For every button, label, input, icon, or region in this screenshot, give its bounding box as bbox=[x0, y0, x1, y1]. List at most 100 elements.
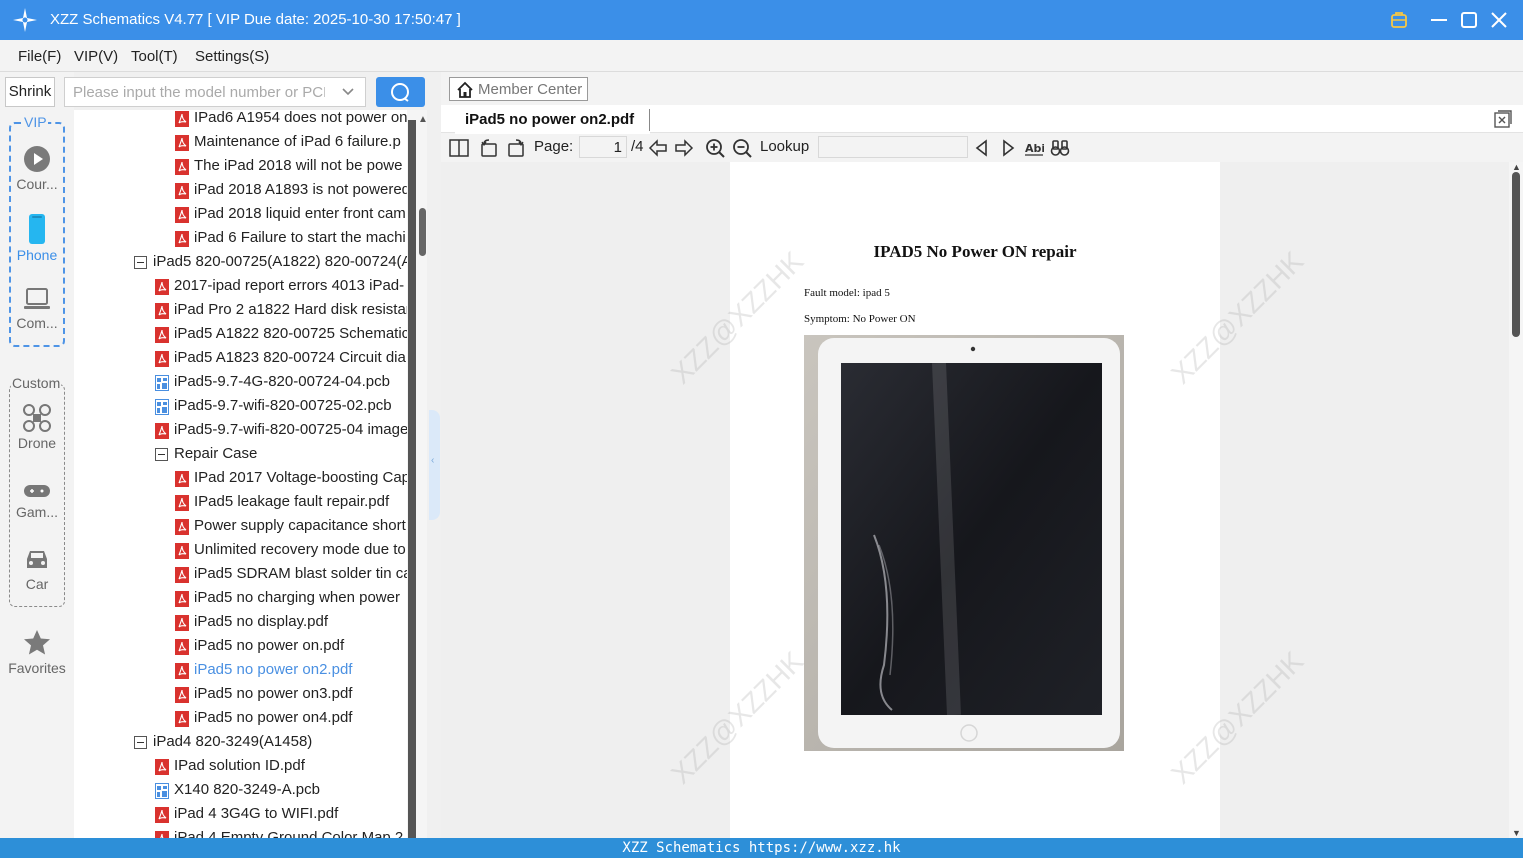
sidebar-item-label: Phone bbox=[16, 247, 58, 263]
tree-item-label: iPad5 A1822 820-00725 Schematic bbox=[174, 325, 407, 342]
drone-icon bbox=[23, 404, 51, 432]
scroll-up-icon[interactable]: ▲ bbox=[1512, 162, 1521, 172]
shrink-button[interactable]: Shrink bbox=[5, 77, 55, 107]
sidebar-item-label: Car bbox=[25, 576, 49, 592]
sidebar-item-drone[interactable]: Drone bbox=[7, 403, 67, 451]
collapse-icon[interactable] bbox=[155, 448, 168, 461]
sidebar-item-car[interactable]: Car bbox=[7, 546, 67, 592]
collapse-icon[interactable] bbox=[134, 256, 147, 269]
collapse-icon[interactable] bbox=[134, 736, 147, 749]
tab-document-label: iPad5 no power on2.pdf bbox=[465, 111, 635, 128]
tree-item-label: iPad5 820-00725(A1822) 820-00724(A bbox=[153, 253, 407, 270]
zoom-out-icon[interactable] bbox=[732, 138, 752, 158]
find-next-icon[interactable] bbox=[998, 138, 1018, 158]
pdf-file-icon bbox=[175, 183, 189, 199]
prev-page-icon[interactable] bbox=[648, 138, 668, 158]
pdf-file-icon bbox=[175, 207, 189, 223]
page-label: Page: bbox=[534, 138, 574, 155]
binoculars-icon[interactable] bbox=[1050, 138, 1070, 158]
tree-item-label: iPad 4 Empty Ground Color Map 2 bbox=[174, 829, 404, 838]
pdf-file-icon bbox=[155, 351, 169, 367]
tree-item-label: iPad5-9.7-wifi-820-00725-02.pcb bbox=[174, 397, 392, 414]
scroll-down-icon[interactable]: ▼ bbox=[1512, 828, 1521, 838]
splitter-collapse-handle[interactable]: ‹ bbox=[429, 410, 440, 520]
tab-document[interactable]: iPad5 no power on2.pdf bbox=[455, 105, 650, 134]
document-canvas[interactable]: IPAD5 No Power ON repair Fault model: ip… bbox=[441, 162, 1509, 838]
tree-item-label: iPad5 no power on3.pdf bbox=[194, 685, 353, 702]
menu-bar: File(F) VIP(V) Tool(T) Settings(S) bbox=[0, 40, 1523, 72]
vip-group-label: VIP bbox=[23, 114, 48, 130]
sidebar-item-label: Cour... bbox=[16, 176, 58, 192]
maximize-icon[interactable] bbox=[1456, 7, 1482, 33]
sidebar-item-game[interactable]: Gam... bbox=[7, 480, 67, 520]
zoom-in-icon[interactable] bbox=[705, 138, 725, 158]
status-bar: XZZ Schematics https://www.xzz.hk bbox=[0, 838, 1523, 858]
pdf-file-icon bbox=[175, 135, 189, 151]
model-search-field[interactable] bbox=[64, 77, 366, 107]
pdf-file-icon bbox=[175, 159, 189, 175]
search-button[interactable] bbox=[376, 77, 425, 107]
rotate-right-icon[interactable] bbox=[506, 138, 526, 158]
tree-scroll-thumb[interactable] bbox=[419, 208, 426, 256]
toggle-panel-icon[interactable] bbox=[449, 138, 469, 158]
sidebar-item-courses[interactable]: Cour... bbox=[7, 144, 67, 192]
chevron-left-icon: ‹ bbox=[431, 455, 435, 466]
scroll-up-icon[interactable]: ▲ bbox=[418, 114, 428, 125]
tree-item-label: iPad5 no power on.pdf bbox=[194, 637, 345, 654]
sidebar-item-phone[interactable]: Phone bbox=[7, 213, 67, 263]
close-icon[interactable] bbox=[1486, 7, 1512, 33]
search-input[interactable] bbox=[65, 78, 325, 106]
title-bar: XZZ Schematics V4.77 [ VIP Due date: 202… bbox=[0, 0, 1523, 40]
menu-vip[interactable]: VIP(V) bbox=[74, 48, 118, 65]
pdf-file-icon bbox=[175, 663, 189, 679]
sidebar-item-favorites[interactable]: Favorites bbox=[7, 628, 67, 676]
tree-item-label: IPad6 A1954 does not power on bbox=[194, 110, 407, 126]
lookup-input[interactable] bbox=[818, 136, 968, 158]
menu-settings[interactable]: Settings(S) bbox=[195, 48, 269, 65]
ipad-photo bbox=[804, 335, 1124, 751]
play-icon bbox=[24, 146, 50, 172]
window-title: XZZ Schematics V4.77 [ VIP Due date: 202… bbox=[50, 11, 461, 28]
tree-item-label: iPad5 no charging when power bbox=[194, 589, 400, 606]
pdf-file-icon bbox=[155, 327, 169, 343]
document-scroll-thumb[interactable] bbox=[1512, 172, 1520, 337]
pdf-file-icon bbox=[175, 639, 189, 655]
page-number-input[interactable] bbox=[579, 136, 627, 158]
find-previous-icon[interactable] bbox=[972, 138, 992, 158]
category-sidebar: Shrink VIP Cour... Phone Com... Custom D… bbox=[0, 72, 74, 838]
pcb-file-icon bbox=[155, 375, 169, 391]
document-fault-model: Fault model: ipad 5 bbox=[804, 287, 890, 299]
sidebar-item-computer[interactable]: Com... bbox=[7, 285, 67, 331]
tree-item-label: IPad5 leakage fault repair.pdf bbox=[194, 493, 390, 510]
menu-file[interactable]: File(F) bbox=[18, 48, 61, 65]
match-case-icon[interactable]: Abi bbox=[1024, 138, 1044, 158]
menu-tool[interactable]: Tool(T) bbox=[131, 48, 178, 65]
svg-text:Abi: Abi bbox=[1025, 142, 1044, 155]
pdf-file-icon bbox=[175, 519, 189, 535]
document-scrollbar[interactable]: ▲ ▼ bbox=[1509, 162, 1523, 838]
sidebar-item-label: Gam... bbox=[15, 504, 58, 520]
tree-item-label: IPad 2017 Voltage-boosting Cap bbox=[194, 469, 407, 486]
file-tree: IPad6 A1954 does not power on Maintenance… bbox=[74, 110, 407, 838]
tree-item-label: iPad5 A1823 820-00724 Circuit dia bbox=[174, 349, 406, 366]
car-icon bbox=[27, 551, 47, 568]
tree-item-label: iPad5 no display.pdf bbox=[194, 613, 328, 630]
minimize-icon[interactable] bbox=[1426, 7, 1452, 33]
vip-bag-icon[interactable] bbox=[1386, 7, 1412, 33]
tree-item-label: Repair Case bbox=[174, 445, 258, 462]
tree-scrollbar[interactable]: ▲ bbox=[407, 110, 428, 838]
tree-item-label: iPad5 no power on4.pdf bbox=[194, 709, 353, 726]
pdf-file-icon bbox=[175, 567, 189, 583]
member-center-button[interactable]: Member Center bbox=[449, 77, 588, 101]
rotate-left-icon[interactable] bbox=[479, 138, 499, 158]
chevron-down-icon[interactable] bbox=[341, 85, 355, 99]
tree-item-label: IPad solution ID.pdf bbox=[174, 757, 305, 774]
tree-item-label: iPad5 no power on2.pdf bbox=[194, 661, 353, 678]
pdf-file-icon bbox=[175, 231, 189, 247]
next-page-icon[interactable] bbox=[674, 138, 694, 158]
close-tabs-icon[interactable] bbox=[1494, 110, 1512, 128]
tree-item-label: Maintenance of iPad 6 failure.p bbox=[194, 133, 401, 150]
tree-item-label: iPad 2018 liquid enter front cam bbox=[194, 205, 406, 222]
tree-item-label: The iPad 2018 will not be powe bbox=[194, 157, 403, 174]
home-icon bbox=[457, 81, 473, 98]
